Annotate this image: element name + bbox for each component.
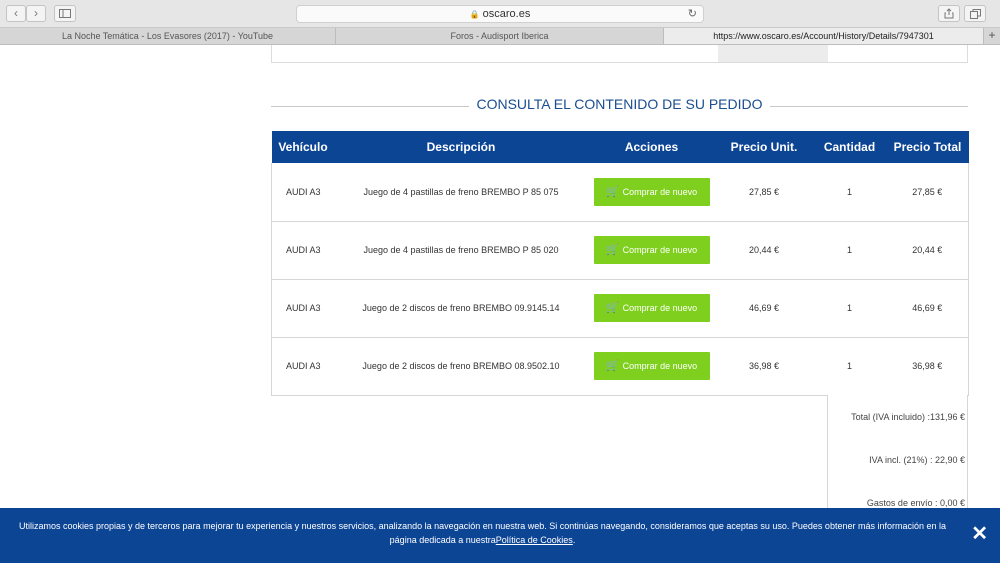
header-quantity: Cantidad xyxy=(812,131,887,163)
cell-quantity: 1 xyxy=(812,163,887,222)
cart-icon: 🛒 xyxy=(605,302,620,314)
buy-again-button[interactable]: 🛒 Comprar de nuevo xyxy=(593,236,710,264)
cell-unit-price: 27,85 € xyxy=(715,163,813,222)
browser-toolbar: ‹ › 🔒 oscaro.es ↻ xyxy=(0,0,1000,28)
table-row: AUDI A3 Juego de 2 discos de freno BREMB… xyxy=(271,279,969,338)
address-url: oscaro.es xyxy=(482,8,531,20)
cell-actions: 🛒 Comprar de nuevo xyxy=(587,337,716,396)
cart-icon: 🛒 xyxy=(605,244,620,256)
previous-section-box xyxy=(271,45,968,63)
cell-unit-price: 20,44 € xyxy=(715,221,813,280)
vat-amount: IVA incl. (21%) : 22,90 € xyxy=(869,455,965,465)
forward-button[interactable]: › xyxy=(26,5,46,22)
cell-description: Juego de 2 discos de freno BREMBO 09.914… xyxy=(334,279,588,338)
cell-total: 46,69 € xyxy=(886,279,969,338)
cell-total: 36,98 € xyxy=(886,337,969,396)
cookie-text-prefix: página dedicada a nuestra xyxy=(389,535,496,545)
header-description: Descripción xyxy=(334,131,588,163)
cell-vehicle: AUDI A3 xyxy=(271,163,335,222)
cookie-policy-link[interactable]: Política de Cookies xyxy=(496,535,573,545)
tab-audisport[interactable]: Foros - Audisport Iberica xyxy=(336,28,664,44)
table-row: AUDI A3 Juego de 2 discos de freno BREMB… xyxy=(271,337,969,396)
chevron-left-icon: ‹ xyxy=(14,6,18,20)
buy-again-button[interactable]: 🛒 Comprar de nuevo xyxy=(593,352,710,380)
buy-again-label: Comprar de nuevo xyxy=(622,245,698,255)
header-unit-price: Precio Unit. xyxy=(715,131,813,163)
cookie-text-suffix: . xyxy=(572,535,576,545)
chevron-right-icon: › xyxy=(34,6,38,20)
cell-actions: 🛒 Comprar de nuevo xyxy=(587,279,716,338)
previous-section-cell xyxy=(718,45,828,62)
buy-again-label: Comprar de nuevo xyxy=(622,361,698,371)
cell-description: Juego de 4 pastillas de freno BREMBO P 8… xyxy=(334,163,588,222)
sidebar-icon xyxy=(59,9,71,18)
cookie-text: Utilizamos cookies propias y de terceros… xyxy=(0,519,965,547)
sidebar-toggle-button[interactable] xyxy=(54,5,76,22)
buy-again-label: Comprar de nuevo xyxy=(622,186,698,197)
cell-quantity: 1 xyxy=(812,221,887,280)
section-title: CONSULTA EL CONTENIDO DE SU PEDIDO xyxy=(271,96,968,112)
cart-icon: 🛒 xyxy=(605,185,620,198)
tab-youtube[interactable]: La Noche Temática - Los Evasores (2017) … xyxy=(0,28,336,44)
header-actions: Acciones xyxy=(587,131,716,163)
back-button[interactable]: ‹ xyxy=(6,5,26,22)
cell-description: Juego de 4 pastillas de freno BREMBO P 8… xyxy=(334,221,588,280)
buy-again-button[interactable]: 🛒 Comprar de nuevo xyxy=(593,177,710,206)
cell-vehicle: AUDI A3 xyxy=(271,221,335,280)
cell-total: 20,44 € xyxy=(886,221,969,280)
table-row: AUDI A3 Juego de 4 pastillas de freno BR… xyxy=(271,221,969,280)
reload-icon[interactable]: ↻ xyxy=(688,6,697,22)
close-icon[interactable]: ✕ xyxy=(971,524,988,544)
cell-quantity: 1 xyxy=(812,337,887,396)
order-totals: Total (IVA incluido) :131,96 € IVA incl.… xyxy=(827,395,968,520)
new-tab-button[interactable]: + xyxy=(984,28,1000,44)
cell-quantity: 1 xyxy=(812,279,887,338)
address-bar[interactable]: 🔒 oscaro.es ↻ xyxy=(296,5,704,23)
header-vehicle: Vehículo xyxy=(271,131,335,163)
tab-bar: La Noche Temática - Los Evasores (2017) … xyxy=(0,28,1000,45)
shipping-cost: Gastos de envío : 0,00 € xyxy=(866,498,965,508)
header-total-price: Precio Total xyxy=(886,131,969,163)
cell-total: 27,85 € xyxy=(886,163,969,222)
tabs-overview-button[interactable] xyxy=(964,5,986,22)
total-with-vat: Total (IVA incluido) :131,96 € xyxy=(851,412,965,422)
cell-vehicle: AUDI A3 xyxy=(271,337,335,396)
cookie-text-main: Utilizamos cookies propias y de terceros… xyxy=(18,521,947,531)
cell-actions: 🛒 Comprar de nuevo xyxy=(587,163,716,222)
cell-description: Juego de 2 discos de freno BREMBO 08.950… xyxy=(334,337,588,396)
lock-icon: 🔒 xyxy=(469,10,480,19)
table-header-row: Vehículo Descripción Acciones Precio Uni… xyxy=(271,131,969,163)
cell-actions: 🛒 Comprar de nuevo xyxy=(587,221,716,280)
buy-again-button[interactable]: 🛒 Comprar de nuevo xyxy=(593,294,710,322)
table-row: AUDI A3 Juego de 4 pastillas de freno BR… xyxy=(271,163,969,222)
cart-icon: 🛒 xyxy=(605,360,620,372)
share-button[interactable] xyxy=(938,5,960,22)
share-icon xyxy=(944,8,954,19)
page-content: CONSULTA EL CONTENIDO DE SU PEDIDO Vehíc… xyxy=(0,45,1000,563)
tab-oscaro[interactable]: https://www.oscaro.es/Account/History/De… xyxy=(664,28,984,44)
cookie-banner: Utilizamos cookies propias y de terceros… xyxy=(0,508,1000,563)
cell-unit-price: 36,98 € xyxy=(715,337,813,396)
cell-vehicle: AUDI A3 xyxy=(271,279,335,338)
cell-unit-price: 46,69 € xyxy=(715,279,813,338)
tabs-icon xyxy=(969,9,981,19)
buy-again-label: Comprar de nuevo xyxy=(622,303,698,313)
order-items-table: Vehículo Descripción Acciones Precio Uni… xyxy=(271,131,969,396)
